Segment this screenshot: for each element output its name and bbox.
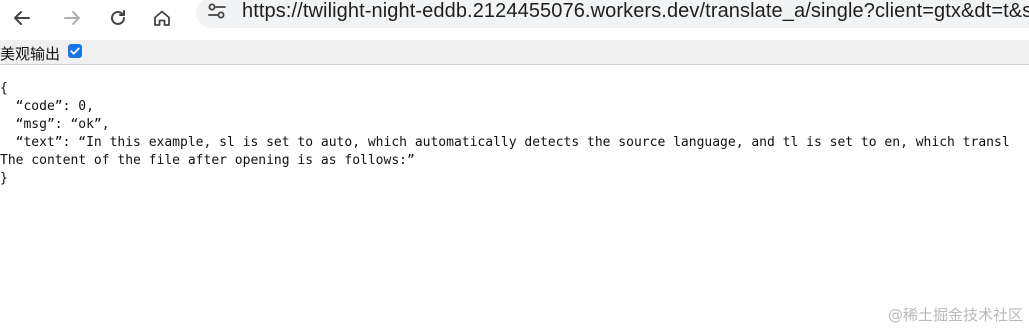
- home-icon: [152, 8, 172, 28]
- url-text[interactable]: https://twilight-night-eddb.2124455076.w…: [242, 0, 1029, 23]
- json-close-brace: }: [0, 171, 8, 186]
- json-open-brace: {: [0, 81, 8, 96]
- arrow-left-icon: [12, 8, 32, 28]
- home-button[interactable]: [144, 0, 180, 36]
- json-msg-line: “msg”: “ok”,: [0, 117, 110, 132]
- checkmark-icon: [69, 42, 81, 61]
- browser-toolbar: https://twilight-night-eddb.2124455076.w…: [0, 0, 1029, 40]
- json-text-line: “text”: “In this example, sl is set to a…: [0, 135, 1010, 150]
- options-bar: 美观输出: [0, 40, 1029, 65]
- address-bar[interactable]: https://twilight-night-eddb.2124455076.w…: [196, 0, 1029, 28]
- site-info-button[interactable]: [204, 1, 230, 25]
- tune-icon: [207, 2, 227, 24]
- reload-button[interactable]: [100, 0, 136, 36]
- pretty-print-checkbox[interactable]: [68, 44, 82, 58]
- forward-button[interactable]: [54, 0, 90, 36]
- json-code-line: “code”: 0,: [0, 99, 94, 114]
- back-button[interactable]: [4, 0, 40, 36]
- reload-icon: [108, 8, 128, 28]
- json-text-continuation: The content of the file after opening is…: [0, 153, 415, 168]
- arrow-right-icon: [62, 8, 82, 28]
- pretty-print-label: 美观输出: [0, 45, 61, 63]
- json-output: { “code”: 0, “msg”: “ok”, “text”: “In th…: [0, 80, 1010, 188]
- watermark: @稀土掘金技术社区: [887, 306, 1023, 324]
